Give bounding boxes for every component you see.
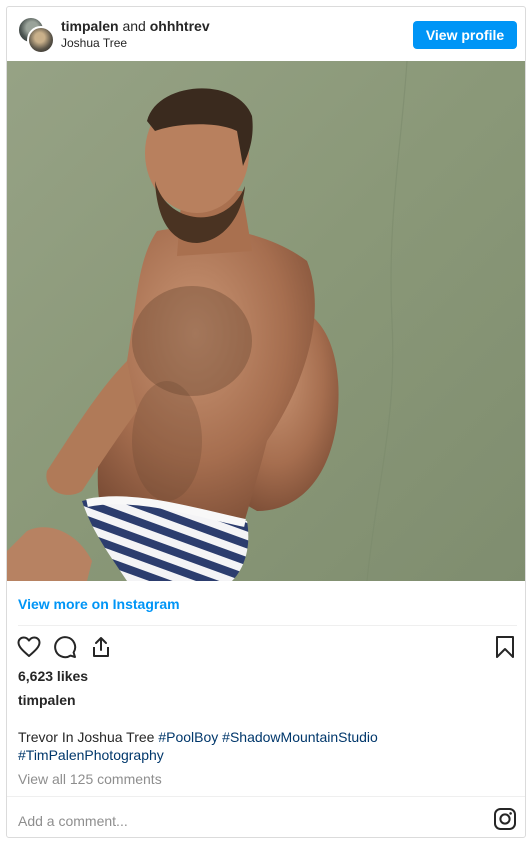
post-caption: Trevor In Joshua Tree #PoolBoy #ShadowMo…	[18, 728, 508, 764]
hashtag-link[interactable]: #TimPalenPhotography	[18, 747, 164, 763]
username-timpalen[interactable]: timpalen	[61, 18, 119, 34]
conjunction: and	[118, 18, 150, 34]
view-profile-button[interactable]: View profile	[413, 21, 517, 49]
username-ohhhtrev[interactable]: ohhhtrev	[150, 18, 210, 34]
divider	[18, 625, 517, 626]
hashtag-link[interactable]: #ShadowMountainStudio	[222, 729, 378, 745]
avatar-group[interactable]	[17, 16, 55, 54]
view-more-link[interactable]: View more on Instagram	[18, 596, 180, 612]
share-icon[interactable]	[89, 635, 113, 659]
post-owner-username[interactable]: timpalen	[18, 692, 76, 708]
post-header: timpalen and ohhhtrev Joshua Tree View p…	[7, 7, 525, 61]
avatar[interactable]	[27, 26, 55, 54]
divider	[7, 796, 525, 797]
hashtag-link[interactable]: #PoolBoy	[158, 729, 218, 745]
location-label[interactable]: Joshua Tree	[61, 35, 210, 51]
comment-icon[interactable]	[53, 635, 77, 659]
header-text: timpalen and ohhhtrev Joshua Tree	[61, 18, 210, 51]
usernames: timpalen and ohhhtrev	[61, 18, 210, 34]
instagram-logo-icon[interactable]	[493, 807, 517, 831]
likes-count[interactable]: 6,623 likes	[18, 668, 88, 684]
post-photo[interactable]	[7, 61, 525, 581]
view-all-comments-link[interactable]: View all 125 comments	[18, 771, 162, 787]
caption-text: Trevor In Joshua Tree	[18, 729, 159, 745]
add-comment-input[interactable]: Add a comment...	[18, 813, 128, 829]
heart-icon[interactable]	[17, 635, 41, 659]
bookmark-icon[interactable]	[493, 635, 517, 659]
instagram-embed-card: timpalen and ohhhtrev Joshua Tree View p…	[6, 6, 526, 838]
